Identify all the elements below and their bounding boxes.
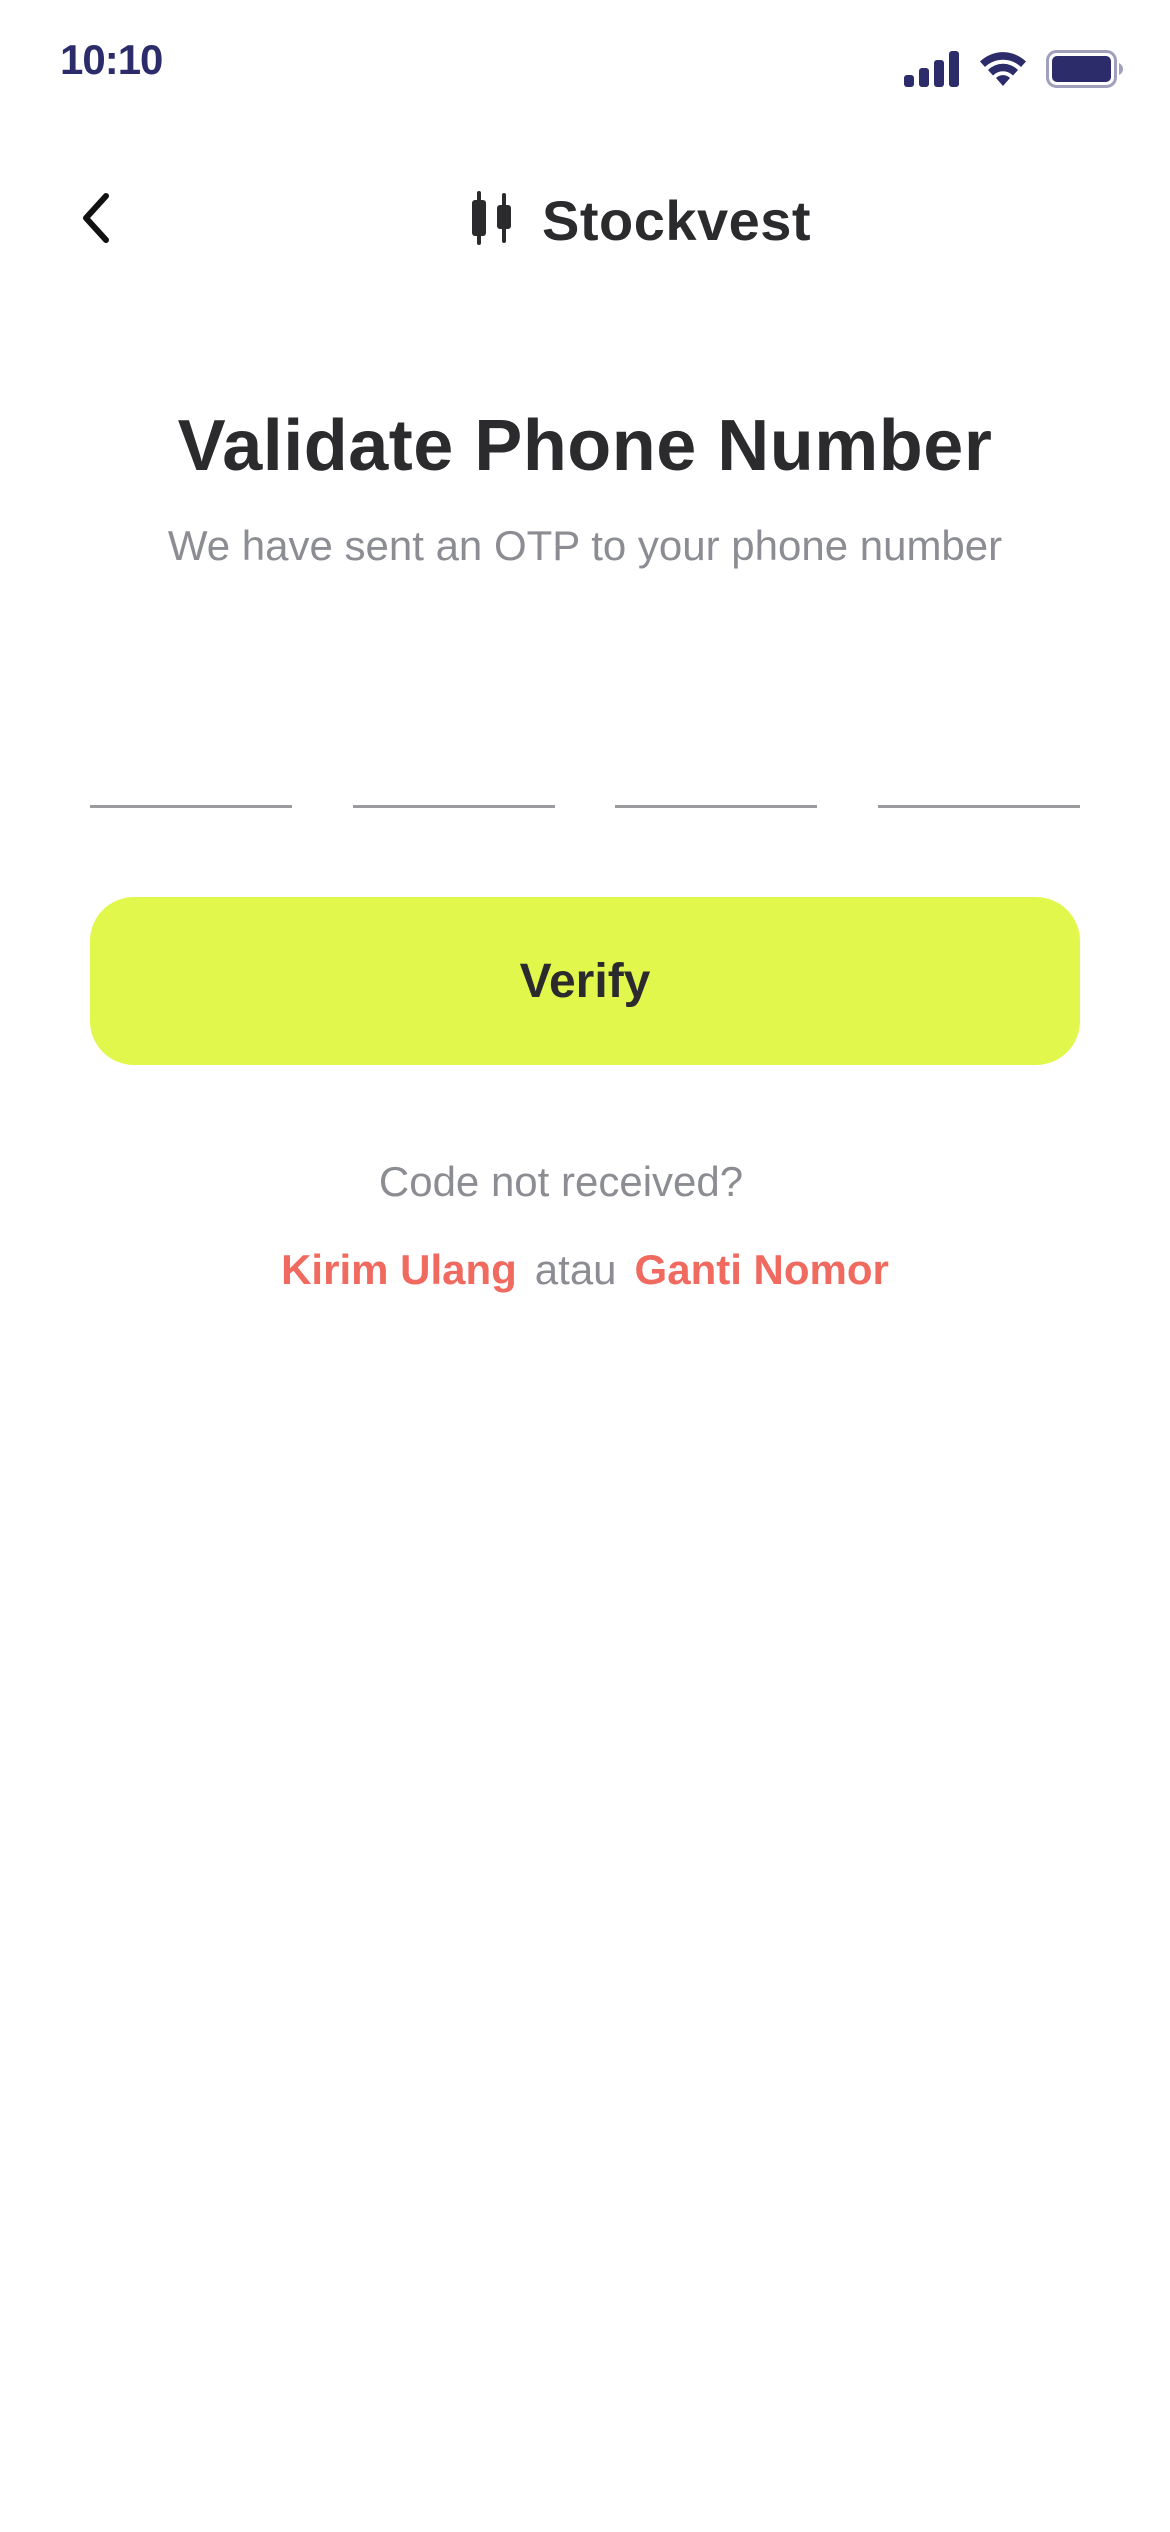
- status-icons: [904, 50, 1124, 93]
- header: Stockvest: [0, 170, 1170, 270]
- otp-digit-2[interactable]: [352, 735, 555, 808]
- brand-logo: Stockvest: [470, 180, 816, 260]
- back-button[interactable]: [60, 184, 132, 256]
- otp-input-group: [90, 735, 1080, 808]
- change-number-link[interactable]: Ganti Nomor: [635, 1246, 889, 1294]
- chevron-left-icon: [78, 192, 114, 249]
- status-time: 10:10: [60, 36, 163, 83]
- code-not-received-text: Code not received?: [378, 1158, 744, 1205]
- page-subtitle: We have sent an OTP to your phone number: [167, 522, 1003, 569]
- otp-digit-1[interactable]: [90, 735, 292, 808]
- cellular-signal-icon: [904, 51, 960, 92]
- resend-options: Kirim Ulang atau Ganti Nomor: [0, 1246, 1170, 1294]
- battery-icon: [1046, 50, 1124, 93]
- brand-name: Stockvest: [542, 188, 816, 253]
- verify-button[interactable]: Verify: [90, 897, 1080, 1065]
- brand-name-text: Stockvest: [542, 188, 812, 252]
- otp-digit-4[interactable]: [877, 735, 1080, 808]
- separator-text: atau: [534, 1246, 617, 1293]
- page-title: Validate Phone Number: [177, 406, 993, 486]
- wifi-icon: [978, 50, 1028, 93]
- status-bar: 10:10: [0, 0, 1170, 130]
- candlestick-icon: [470, 190, 516, 250]
- resend-code-link[interactable]: Kirim Ulang: [281, 1246, 517, 1294]
- otp-digit-3[interactable]: [615, 735, 818, 808]
